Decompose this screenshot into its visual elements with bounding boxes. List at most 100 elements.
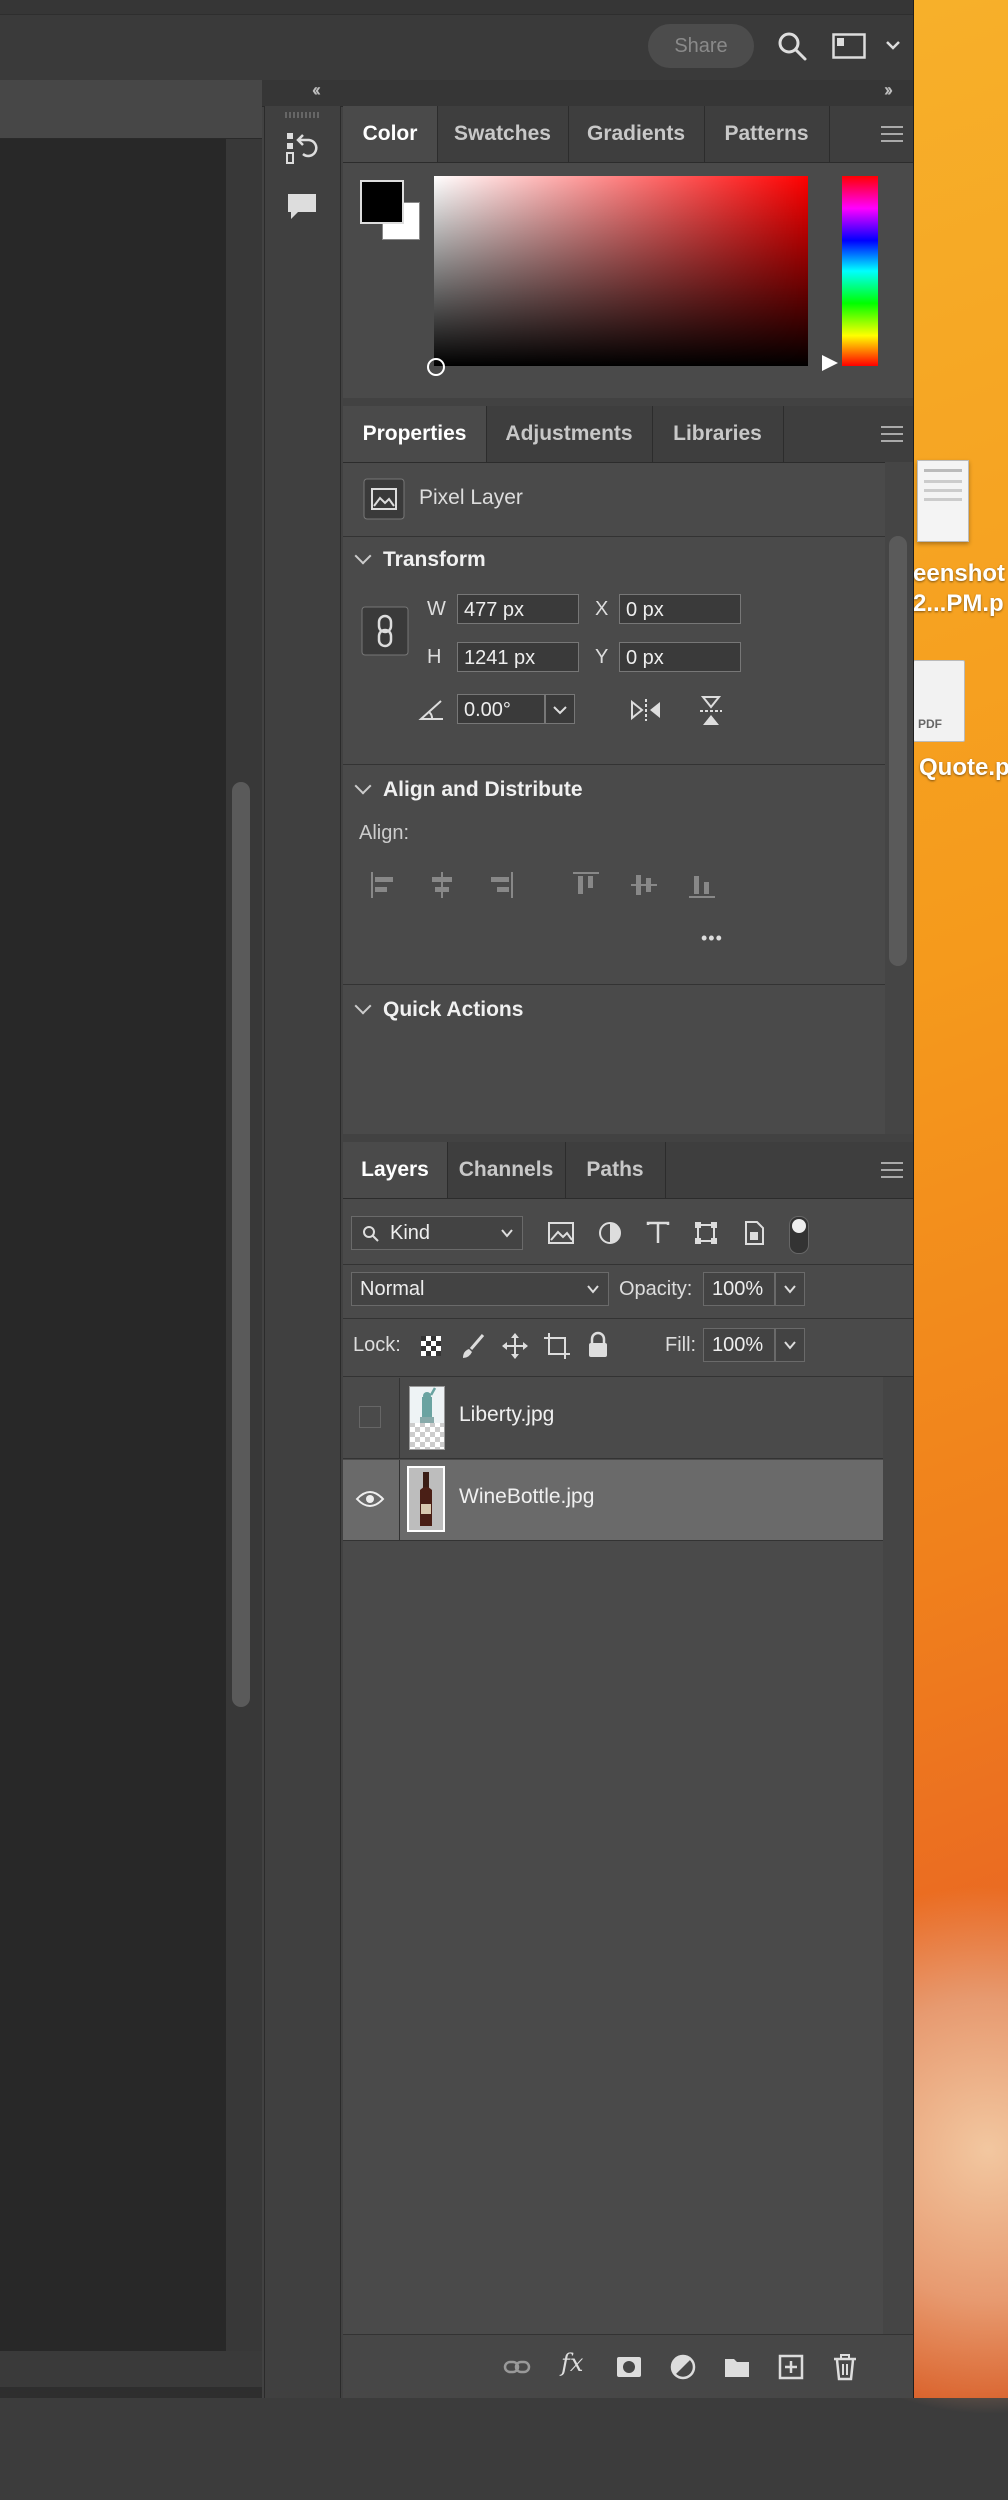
layer-name[interactable]: Liberty.jpg bbox=[459, 1403, 554, 1427]
properties-scroll-thumb[interactable] bbox=[889, 536, 907, 966]
color-field-marker[interactable] bbox=[427, 358, 445, 376]
panel-icon-strip bbox=[264, 106, 341, 2398]
filter-shape-icon[interactable] bbox=[693, 1220, 719, 1246]
layer-thumbnail bbox=[409, 1386, 445, 1450]
fill-field[interactable]: 100% bbox=[703, 1328, 775, 1362]
search-icon bbox=[363, 1226, 379, 1242]
height-field[interactable]: 1241 px bbox=[457, 642, 579, 672]
filter-pixel-icon[interactable] bbox=[547, 1220, 575, 1246]
angle-dropdown[interactable] bbox=[545, 694, 575, 724]
chevron-down-icon bbox=[501, 1229, 513, 1238]
desktop-file-screenshot[interactable]: eenshot 2...PM.p bbox=[913, 458, 1008, 618]
layer-row[interactable]: Liberty.jpg bbox=[343, 1378, 883, 1459]
align-heading: Align and Distribute bbox=[383, 778, 583, 801]
filter-smart-object-icon[interactable] bbox=[741, 1220, 767, 1246]
lock-transparent-pixels-icon[interactable] bbox=[419, 1334, 443, 1358]
angle-field[interactable]: 0.00° bbox=[457, 694, 545, 724]
filter-type-icon[interactable] bbox=[645, 1220, 671, 1246]
new-layer-icon[interactable] bbox=[777, 2353, 805, 2381]
hue-slider-handle[interactable] bbox=[822, 355, 838, 371]
align-top-edges-icon[interactable] bbox=[571, 870, 601, 900]
filter-adjustment-icon[interactable] bbox=[597, 1220, 623, 1246]
tab-libraries[interactable]: Libraries bbox=[652, 406, 784, 462]
align-horizontal-centers-icon[interactable] bbox=[427, 870, 457, 900]
photoshop-window: Share ‹‹ ›› Color Swatches Gradients Pat… bbox=[0, 0, 914, 2398]
chevron-down-icon bbox=[354, 997, 372, 1015]
visibility-toggle[interactable] bbox=[359, 1406, 381, 1428]
layers-scroll-track[interactable] bbox=[883, 1377, 913, 2335]
align-section-header[interactable]: Align and Distribute bbox=[354, 777, 583, 802]
align-label: Align: bbox=[359, 822, 410, 844]
layer-name[interactable]: WineBottle.jpg bbox=[459, 1485, 594, 1509]
canvas-horizontal-scrollbar[interactable] bbox=[0, 2351, 262, 2387]
x-label: X bbox=[595, 598, 609, 620]
eye-icon[interactable] bbox=[355, 1488, 385, 1510]
more-options-icon[interactable]: ••• bbox=[701, 928, 723, 949]
flip-horizontal-icon[interactable] bbox=[629, 696, 663, 724]
color-picker-field[interactable] bbox=[434, 176, 808, 366]
collapse-right-icon[interactable]: ›› bbox=[884, 80, 893, 101]
panel-menu-icon[interactable] bbox=[881, 426, 903, 442]
fill-dropdown[interactable] bbox=[775, 1328, 805, 1362]
search-icon[interactable] bbox=[776, 30, 808, 62]
folder-icon[interactable] bbox=[723, 2353, 751, 2381]
angle-icon bbox=[418, 700, 443, 720]
desktop-file-pdf[interactable]: PDF Quote.p bbox=[913, 656, 1008, 786]
properties-panel-tabs: Properties Adjustments Libraries bbox=[343, 406, 913, 463]
quick-actions-section-header[interactable]: Quick Actions bbox=[354, 997, 523, 1022]
hue-slider[interactable] bbox=[842, 176, 878, 366]
link-icon[interactable] bbox=[503, 2353, 531, 2381]
tab-adjustments[interactable]: Adjustments bbox=[486, 406, 653, 462]
foreground-color-swatch[interactable] bbox=[360, 180, 404, 224]
align-right-edges-icon[interactable] bbox=[485, 870, 515, 900]
flip-vertical-icon[interactable] bbox=[697, 694, 725, 728]
canvas-scroll-thumb[interactable] bbox=[232, 782, 250, 1707]
chevron-down-icon[interactable] bbox=[884, 36, 902, 54]
tab-color[interactable]: Color bbox=[343, 106, 438, 162]
transform-section-header[interactable]: Transform bbox=[354, 547, 486, 572]
trash-icon[interactable] bbox=[831, 2353, 859, 2381]
filter-toggle[interactable] bbox=[789, 1216, 809, 1254]
width-field[interactable]: 477 px bbox=[457, 594, 579, 624]
opacity-field[interactable]: 100% bbox=[703, 1272, 775, 1306]
align-left-edges-icon[interactable] bbox=[369, 870, 399, 900]
expand-left-icon[interactable]: ‹‹ bbox=[312, 80, 321, 101]
align-vertical-centers-icon[interactable] bbox=[629, 870, 659, 900]
tab-properties[interactable]: Properties bbox=[343, 406, 487, 462]
lock-all-icon[interactable] bbox=[585, 1330, 611, 1360]
workspace-layout-icon[interactable] bbox=[832, 33, 866, 59]
tab-swatches[interactable]: Swatches bbox=[437, 106, 569, 162]
tab-paths[interactable]: Paths bbox=[565, 1142, 666, 1198]
panel-menu-icon[interactable] bbox=[881, 1162, 903, 1178]
tab-patterns[interactable]: Patterns bbox=[704, 106, 830, 162]
chevron-down-icon bbox=[553, 706, 567, 715]
lock-position-icon[interactable] bbox=[501, 1332, 529, 1360]
color-panel: Color Swatches Gradients Patterns bbox=[343, 106, 913, 398]
chevron-down-icon bbox=[784, 1341, 796, 1350]
options-bar: Share bbox=[0, 0, 913, 81]
history-icon[interactable] bbox=[285, 130, 321, 166]
lock-image-pixels-icon[interactable] bbox=[459, 1332, 487, 1360]
adjustment-icon[interactable] bbox=[669, 2353, 697, 2381]
link-dimensions-icon[interactable] bbox=[361, 606, 409, 656]
align-bottom-edges-icon[interactable] bbox=[687, 870, 717, 900]
comment-icon[interactable] bbox=[285, 190, 319, 224]
filter-kind-select[interactable]: Kind bbox=[351, 1216, 523, 1250]
layer-row-selected[interactable]: WineBottle.jpg bbox=[343, 1460, 883, 1541]
mask-icon[interactable] bbox=[615, 2353, 643, 2381]
tab-layers[interactable]: Layers bbox=[343, 1142, 448, 1198]
panel-menu-icon[interactable] bbox=[881, 126, 903, 142]
x-field[interactable]: 0 px bbox=[619, 594, 741, 624]
lock-artboard-icon[interactable] bbox=[543, 1332, 571, 1360]
desktop-background bbox=[848, 0, 1008, 2500]
pdf-document-icon: PDF bbox=[913, 660, 965, 742]
blend-mode-select[interactable]: Normal bbox=[351, 1272, 609, 1306]
y-field[interactable]: 0 px bbox=[619, 642, 741, 672]
fx-icon[interactable]: fx bbox=[561, 2349, 583, 2377]
opacity-dropdown[interactable] bbox=[775, 1272, 805, 1306]
tab-channels[interactable]: Channels bbox=[447, 1142, 566, 1198]
pdf-badge: PDF bbox=[918, 717, 942, 731]
share-button[interactable]: Share bbox=[648, 24, 754, 68]
tab-gradients[interactable]: Gradients bbox=[568, 106, 705, 162]
document-canvas[interactable] bbox=[0, 139, 226, 2351]
